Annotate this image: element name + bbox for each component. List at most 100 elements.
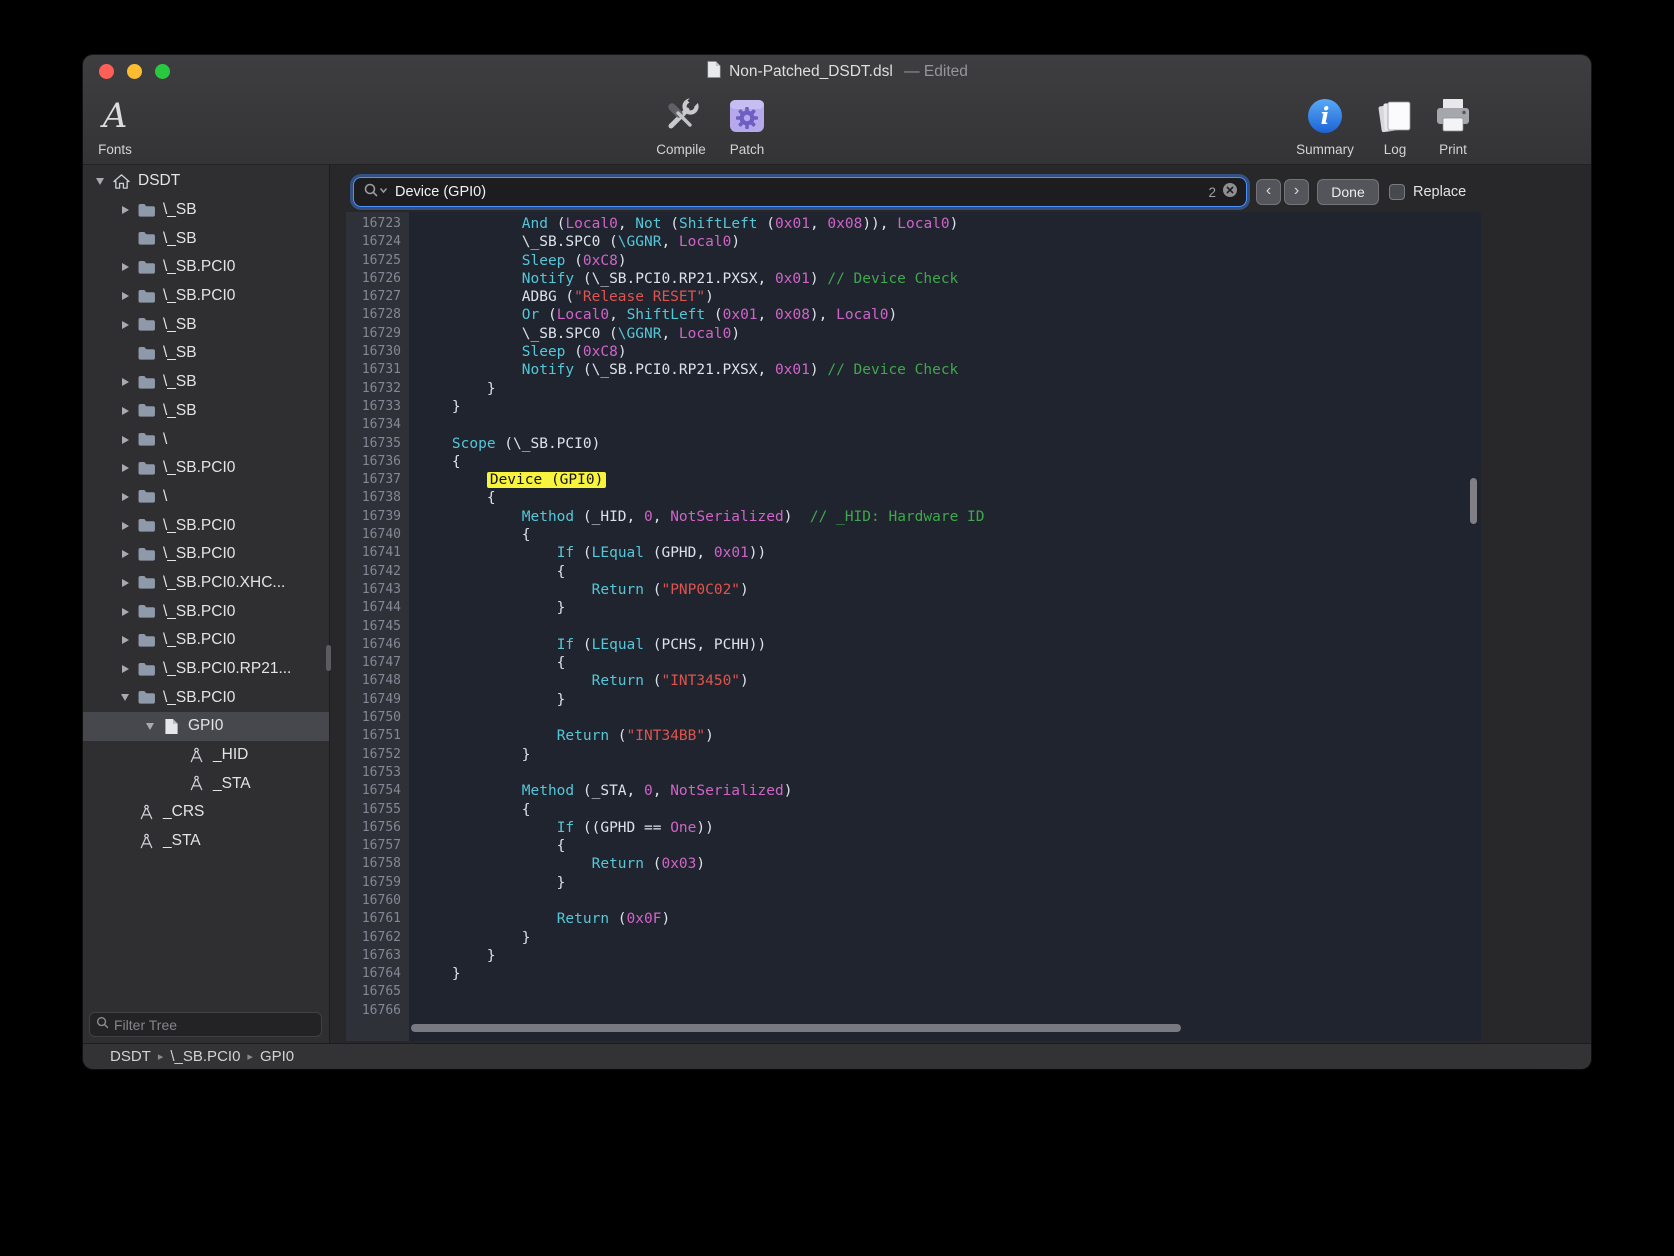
disclosure-triangle[interactable]: [118, 662, 132, 676]
disclosure-triangle[interactable]: [118, 433, 132, 447]
sidebar-item-sb-pci0[interactable]: \_SB.PCI0: [83, 597, 329, 626]
sidebar-item-gpi0[interactable]: GPI0: [83, 712, 329, 741]
sidebar-item-sb-pci0-rp21[interactable]: \_SB.PCI0.RP21...: [83, 655, 329, 684]
find-input[interactable]: [395, 184, 1202, 200]
disclosure-triangle[interactable]: [118, 605, 132, 619]
disclosure-triangle[interactable]: [118, 490, 132, 504]
search-scope-icon[interactable]: [362, 182, 389, 203]
sidebar-item-sb-pci0-xhc[interactable]: \_SB.PCI0.XHC...: [83, 569, 329, 598]
disclosure-triangle[interactable]: [118, 461, 132, 475]
summary-button[interactable]: i Summary: [1289, 91, 1361, 157]
disclosure-triangle[interactable]: [118, 260, 132, 274]
disclosure-triangle[interactable]: [118, 576, 132, 590]
disclosure-triangle[interactable]: [118, 289, 132, 303]
breadcrumb-item[interactable]: DSDT: [110, 1048, 151, 1065]
code-line: Notify (\_SB.PCI0.RP21.PXSX, 0x01) // De…: [417, 270, 1481, 288]
code-line: {: [417, 801, 1481, 819]
tree-item-label: \_SB: [163, 373, 197, 391]
folder-icon: [135, 289, 157, 304]
sidebar-item-backslash[interactable]: \: [83, 425, 329, 454]
filter-tree-input[interactable]: [114, 1017, 315, 1033]
breadcrumb-item[interactable]: GPI0: [260, 1048, 294, 1065]
folder-icon: [135, 260, 157, 275]
disclosure-triangle[interactable]: [118, 203, 132, 217]
code-line: Or (Local0, ShiftLeft (0x01, 0x08), Loca…: [417, 306, 1481, 324]
folder-icon: [135, 403, 157, 418]
code-line: }: [417, 965, 1481, 983]
line-number: 16760: [346, 892, 409, 910]
filter-tree-field[interactable]: [89, 1012, 322, 1037]
disclosure-triangle[interactable]: [118, 633, 132, 647]
tree-item-label: \: [163, 431, 167, 449]
tree-item-label: \_SB: [163, 316, 197, 334]
horizontal-scrollbar[interactable]: [411, 1024, 1181, 1032]
sidebar-item-sta[interactable]: _STA: [83, 769, 329, 798]
sidebar-item-sb-pci0[interactable]: \_SB.PCI0: [83, 454, 329, 483]
sidebar-item-sb[interactable]: \_SB: [83, 310, 329, 339]
sidebar-item-sb[interactable]: \_SB: [83, 397, 329, 426]
breadcrumb-item[interactable]: \_SB.PCI0: [170, 1048, 240, 1065]
tree-item-label: \_SB.PCI0: [163, 545, 235, 563]
fonts-button[interactable]: A Fonts: [83, 91, 147, 157]
tree-item-label: \_SB.PCI0: [163, 631, 235, 649]
print-button[interactable]: Print: [1423, 91, 1483, 157]
line-number: 16752: [346, 746, 409, 764]
folder-icon: [135, 461, 157, 476]
folder-icon: [135, 489, 157, 504]
replace-toggle[interactable]: Replace: [1389, 179, 1466, 205]
line-number: 16764: [346, 965, 409, 983]
line-number: 16763: [346, 947, 409, 965]
sidebar-item-sb-pci0[interactable]: \_SB.PCI0: [83, 282, 329, 311]
code-line: Return ("PNP0C02"): [417, 581, 1481, 599]
app-window: Non-Patched_DSDT.dsl — Edited A Fonts: [83, 55, 1591, 1069]
method-icon: [185, 775, 207, 792]
sidebar-item-crs[interactable]: _CRS: [83, 798, 329, 827]
disclosure-triangle[interactable]: [118, 691, 132, 705]
content-pane: 2 ‹ › Done Replace: [331, 165, 1591, 1043]
crossed-tools-icon: [658, 91, 704, 141]
code-line: }: [417, 691, 1481, 709]
sidebar-item-sb-pci0[interactable]: \_SB.PCI0: [83, 540, 329, 569]
next-match-button[interactable]: ›: [1284, 179, 1309, 205]
disclosure-triangle[interactable]: [143, 719, 157, 733]
code-editor[interactable]: 1672316724167251672616727167281672916730…: [346, 212, 1481, 1041]
done-button[interactable]: Done: [1317, 179, 1379, 205]
line-number: 16728: [346, 306, 409, 324]
sidebar-item-sb[interactable]: \_SB: [83, 196, 329, 225]
sidebar-item-sb-pci0[interactable]: \_SB.PCI0: [83, 683, 329, 712]
sidebar-item-sta[interactable]: _STA: [83, 827, 329, 856]
disclosure-triangle[interactable]: [118, 318, 132, 332]
vertical-scrollbar[interactable]: [1470, 478, 1477, 524]
sidebar-item-sb[interactable]: \_SB: [83, 224, 329, 253]
folder-icon: [135, 432, 157, 447]
sidebar-item-sb-pci0[interactable]: \_SB.PCI0: [83, 253, 329, 282]
disclosure-triangle[interactable]: [118, 404, 132, 418]
clear-search-button[interactable]: [1222, 182, 1238, 203]
code-line: Notify (\_SB.PCI0.RP21.PXSX, 0x01) // De…: [417, 361, 1481, 379]
sidebar-item-hid[interactable]: _HID: [83, 741, 329, 770]
disclosure-triangle[interactable]: [93, 174, 107, 188]
tree-item-label: \: [163, 488, 167, 506]
log-button[interactable]: Log: [1365, 91, 1425, 157]
disclosure-triangle[interactable]: [118, 547, 132, 561]
code-line: }: [417, 929, 1481, 947]
patch-button[interactable]: Patch: [715, 91, 779, 157]
compile-button[interactable]: Compile: [641, 91, 721, 157]
code-line: [417, 618, 1481, 636]
replace-checkbox[interactable]: [1389, 184, 1405, 200]
sidebar-item-backslash[interactable]: \: [83, 483, 329, 512]
sidebar-item-sb-pci0[interactable]: \_SB.PCI0: [83, 626, 329, 655]
line-number: 16729: [346, 325, 409, 343]
folder-icon: [135, 346, 157, 361]
sidebar-item-sb[interactable]: \_SB: [83, 368, 329, 397]
disclosure-triangle[interactable]: [118, 375, 132, 389]
line-number: 16725: [346, 252, 409, 270]
previous-match-button[interactable]: ‹: [1256, 179, 1281, 205]
line-number: 16736: [346, 453, 409, 471]
sidebar-item-dsdt[interactable]: DSDT: [83, 167, 329, 196]
line-number: 16758: [346, 855, 409, 873]
sidebar-item-sb-pci0[interactable]: \_SB.PCI0: [83, 511, 329, 540]
fonts-serif-a-icon: A: [103, 91, 128, 141]
disclosure-triangle[interactable]: [118, 519, 132, 533]
sidebar-item-sb[interactable]: \_SB: [83, 339, 329, 368]
